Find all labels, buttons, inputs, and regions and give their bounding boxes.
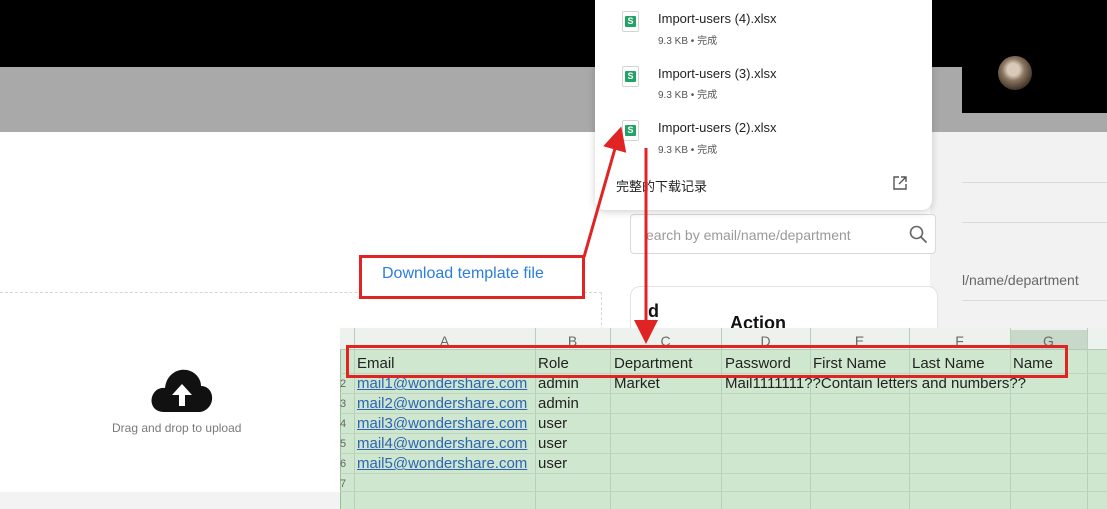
annotation-arrows — [582, 126, 658, 344]
